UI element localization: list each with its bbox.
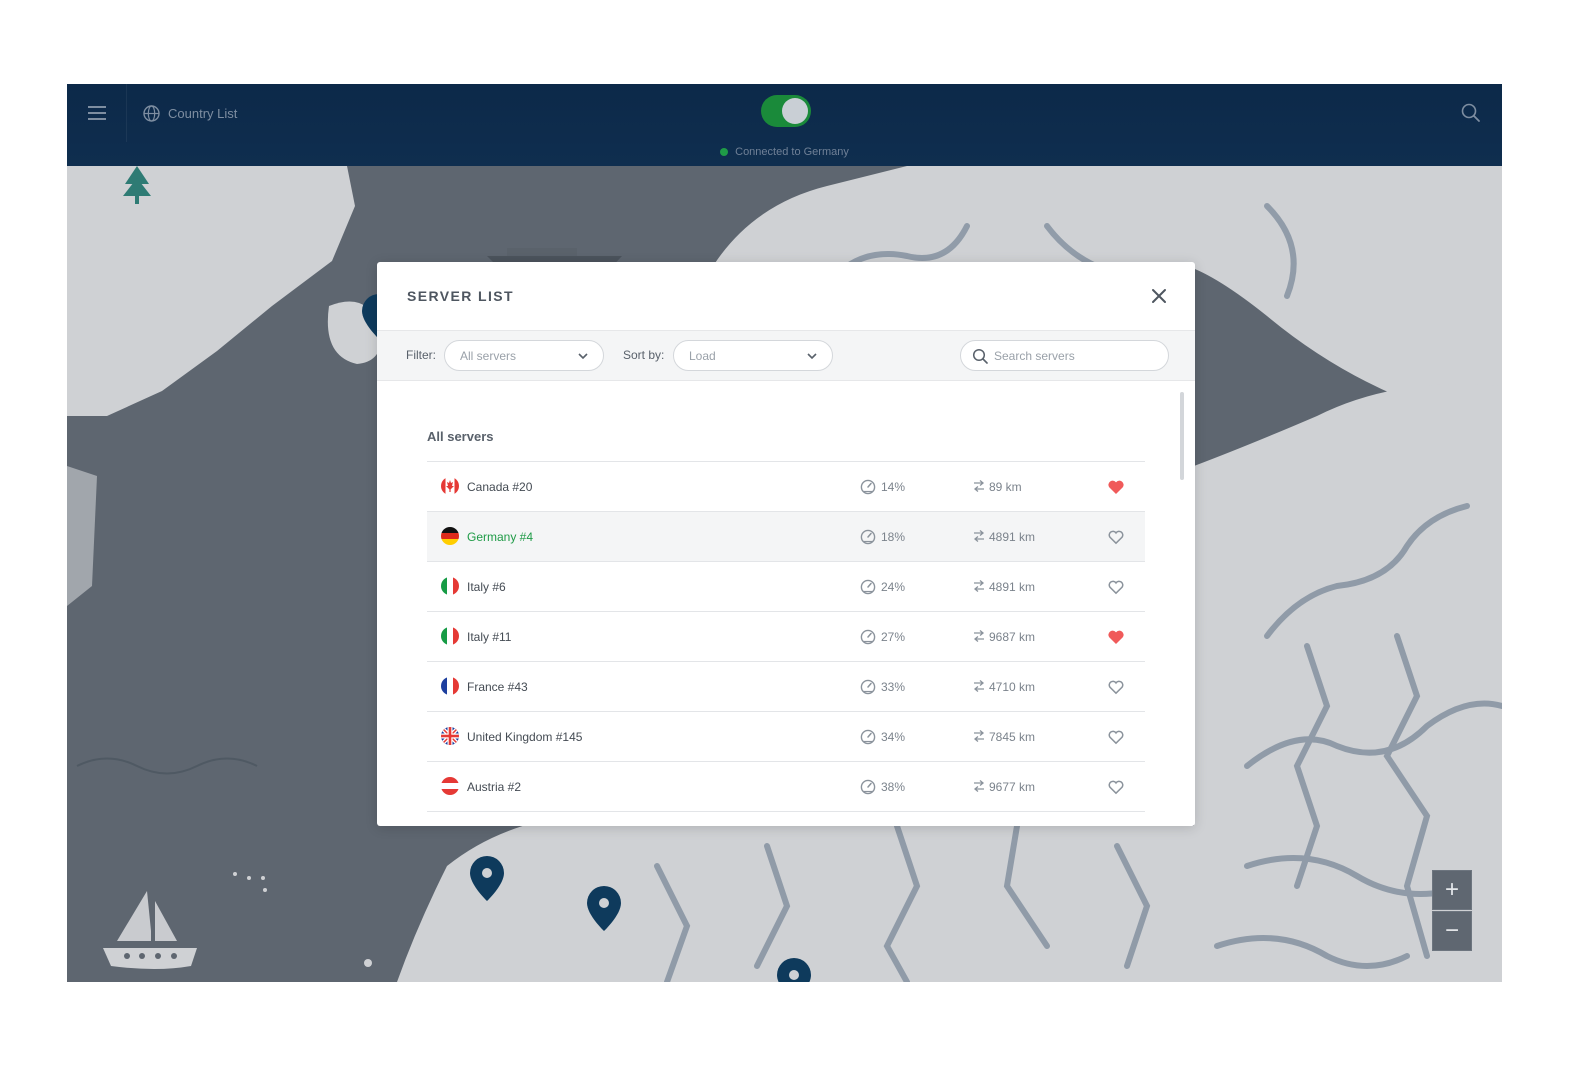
distance-icon — [972, 479, 986, 493]
austria-flag-icon — [441, 777, 459, 795]
server-row[interactable]: Italy #11 27% 9687 km — [427, 612, 1145, 662]
close-button[interactable] — [1147, 284, 1171, 308]
country-list-label: Country List — [168, 105, 238, 121]
server-name: United Kingdom #145 — [467, 730, 583, 744]
filter-label: Filter: — [406, 348, 436, 362]
filter-bar: Filter: All servers Sort by: Load — [377, 331, 1195, 381]
load-gauge-icon — [860, 629, 876, 645]
server-row[interactable]: Germany #4 18% 4891 km — [427, 512, 1145, 562]
server-load: 38% — [881, 780, 906, 794]
status-dot — [720, 148, 729, 156]
filter-select[interactable]: All servers — [444, 340, 604, 371]
scrollbar[interactable] — [1180, 392, 1184, 480]
toggle-knob — [782, 98, 808, 124]
search-button[interactable] — [1460, 102, 1482, 124]
filter-value: All servers — [460, 349, 517, 363]
hamburger-icon — [87, 106, 106, 120]
server-row[interactable]: Italy #6 24% 4891 km — [427, 562, 1145, 612]
chevron-down-icon — [578, 353, 588, 360]
search-icon — [972, 348, 988, 364]
italy-flag-icon — [441, 577, 459, 595]
distance-icon — [972, 729, 986, 743]
server-load: 24% — [881, 580, 906, 594]
sort-value: Load — [689, 349, 716, 363]
server-load: 33% — [881, 680, 906, 694]
status-text: Connected to Germany — [735, 146, 849, 158]
heart-filled-icon[interactable] — [1107, 628, 1125, 646]
section-title: All servers — [427, 429, 494, 444]
italy-flag-icon — [441, 627, 459, 645]
server-row[interactable]: Canada #20 14% 89 km — [427, 462, 1145, 512]
server-load: 27% — [881, 630, 906, 644]
heart-outline-icon[interactable] — [1107, 678, 1125, 696]
globe-icon — [143, 104, 160, 122]
distance-icon — [972, 629, 986, 643]
server-row[interactable]: France #43 33% 4710 km — [427, 662, 1145, 712]
heart-outline-icon[interactable] — [1107, 778, 1125, 796]
france-flag-icon — [441, 677, 459, 695]
server-name: Italy #11 — [467, 630, 512, 644]
search-icon — [1461, 103, 1480, 122]
load-gauge-icon — [860, 679, 876, 695]
heart-outline-icon[interactable] — [1107, 578, 1125, 596]
load-gauge-icon — [860, 579, 876, 595]
heart-filled-icon[interactable] — [1107, 478, 1125, 496]
chevron-down-icon — [807, 353, 817, 360]
germany-flag-icon — [441, 527, 459, 545]
server-row[interactable]: United Kingdom #145 34% 7845 km — [427, 712, 1145, 762]
load-gauge-icon — [860, 529, 876, 545]
uk-flag-icon — [441, 727, 459, 745]
distance-icon — [972, 579, 986, 593]
server-name: Canada #20 — [467, 480, 533, 494]
server-distance: 89 km — [989, 480, 1022, 494]
server-name: Germany #4 — [467, 530, 534, 544]
connection-status: Connected to Germany — [67, 146, 1502, 158]
distance-icon — [972, 529, 986, 543]
load-gauge-icon — [860, 479, 876, 495]
server-rows: Canada #20 14% 89 km Germany #4 18% 4891 km It… — [427, 461, 1145, 812]
vpn-toggle[interactable] — [761, 95, 811, 127]
modal-header: SERVER LIST — [377, 262, 1195, 331]
sort-label: Sort by: — [623, 348, 665, 362]
sort-select[interactable]: Load — [673, 340, 833, 371]
server-load: 34% — [881, 730, 906, 744]
distance-icon — [972, 679, 986, 693]
server-load: 18% — [881, 530, 906, 544]
search-servers-input[interactable] — [994, 347, 1159, 365]
server-load: 14% — [881, 480, 906, 494]
server-name: France #43 — [467, 680, 528, 694]
distance-icon — [972, 779, 986, 793]
server-distance: 9687 km — [989, 630, 1036, 644]
heart-outline-icon[interactable] — [1107, 528, 1125, 546]
country-list-button[interactable]: Country List — [143, 103, 237, 123]
top-bar: Country List Connected to Germany — [67, 84, 1502, 166]
server-name: Austria #2 — [467, 780, 522, 794]
server-row[interactable]: Austria #2 38% 9677 km — [427, 762, 1145, 812]
canada-flag-icon — [441, 477, 459, 495]
close-icon — [1152, 289, 1166, 303]
zoom-out-button[interactable]: − — [1432, 911, 1472, 951]
search-servers-field — [960, 340, 1169, 371]
server-distance: 9677 km — [989, 780, 1036, 794]
server-list-modal: SERVER LIST Filter: All servers Sort by:… — [377, 262, 1195, 826]
server-distance: 4891 km — [989, 530, 1036, 544]
heart-outline-icon[interactable] — [1107, 728, 1125, 746]
load-gauge-icon — [860, 779, 876, 795]
load-gauge-icon — [860, 729, 876, 745]
server-distance: 4710 km — [989, 680, 1036, 694]
server-distance: 4891 km — [989, 580, 1036, 594]
server-list[interactable]: All servers Canada #20 14% 89 km Germany #4… — [377, 382, 1195, 826]
zoom-in-button[interactable]: + — [1432, 870, 1472, 910]
modal-title: SERVER LIST — [407, 288, 514, 304]
server-name: Italy #6 — [467, 580, 506, 594]
zoom-controls: + − — [1432, 870, 1472, 952]
server-distance: 7845 km — [989, 730, 1036, 744]
menu-button[interactable] — [67, 84, 127, 142]
